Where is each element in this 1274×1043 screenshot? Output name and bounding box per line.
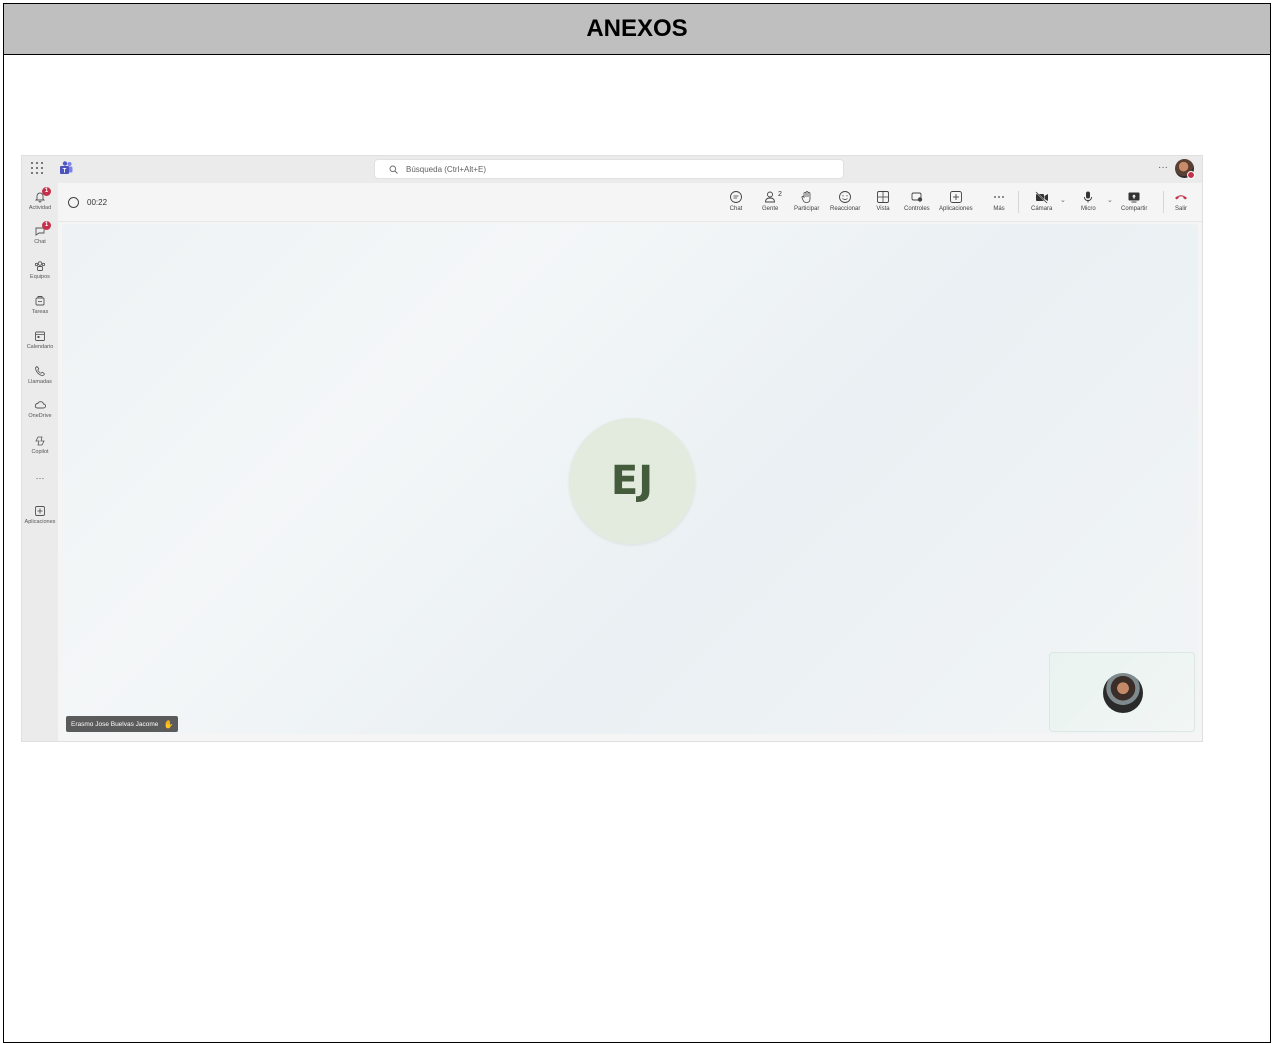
- document-heading: ANEXOS: [4, 4, 1270, 55]
- search-placeholder: Búsqueda (Ctrl+Alt+E): [406, 164, 487, 174]
- people-label: Gente: [762, 206, 779, 212]
- add-app-icon: [949, 191, 962, 203]
- chat-icon: [730, 191, 742, 203]
- rail-label: Calendario: [26, 344, 54, 350]
- meeting-toolbar: 00:22 Chat 2 Gente Participar Reaccionar: [58, 183, 1202, 222]
- apps-button[interactable]: Aplicaciones: [939, 190, 973, 212]
- tasks-icon: [35, 296, 45, 306]
- teams-logo-icon: T: [60, 161, 73, 175]
- raise-hand-label: Participar: [794, 206, 820, 212]
- calendar-icon: [35, 331, 45, 341]
- view-button[interactable]: Vista: [876, 190, 890, 212]
- rail-label: Llamadas: [28, 379, 52, 385]
- more-options-icon[interactable]: ···: [1158, 162, 1168, 173]
- rail-item-aplicaciones[interactable]: Aplicaciones: [22, 505, 58, 525]
- people-icon: [765, 191, 776, 203]
- rail-label: Chat: [34, 239, 46, 245]
- rail-label: Aplicaciones: [24, 519, 56, 525]
- cloud-icon: [34, 401, 46, 409]
- rail-label: Copilot: [31, 449, 49, 455]
- add-app-icon: [35, 506, 45, 516]
- participant-name-tag: Erasmo Jose Buelvas Jacome ✋: [66, 716, 179, 732]
- rail-label: Tareas: [31, 309, 49, 315]
- teams-icon: [34, 261, 46, 271]
- people-count: 2: [778, 191, 782, 198]
- timer-value: 00:22: [87, 198, 108, 207]
- shield-icon: [68, 197, 79, 208]
- controls-label: Controles: [904, 206, 930, 212]
- toolbar-divider: [1018, 191, 1019, 213]
- camera-off-icon: [1035, 191, 1048, 204]
- rail-label: Equipos: [30, 274, 50, 280]
- search-icon: [389, 165, 398, 174]
- share-button[interactable]: Compartir: [1121, 190, 1147, 212]
- raised-hand-icon: ✋: [163, 719, 174, 729]
- rail-item-calendario[interactable]: Calendario: [22, 330, 58, 350]
- search-input[interactable]: Búsqueda (Ctrl+Alt+E): [374, 159, 844, 179]
- rail-item-llamadas[interactable]: Llamadas: [22, 365, 58, 385]
- grid-view-icon: [877, 191, 889, 203]
- raise-hand-button[interactable]: Participar: [794, 190, 819, 212]
- rail-item-chat[interactable]: 1 Chat: [22, 221, 58, 245]
- more-label: Más: [993, 206, 1005, 212]
- rail-item-actividad[interactable]: 1 Actividad: [22, 187, 58, 211]
- react-button[interactable]: Reaccionar: [830, 190, 860, 212]
- rail-item-copilot[interactable]: Copilot: [22, 435, 58, 455]
- mic-options-chevron-icon[interactable]: ⌄: [1107, 196, 1113, 204]
- rail-label: Actividad: [28, 205, 52, 211]
- share-label: Compartir: [1121, 206, 1148, 212]
- more-icon: ···: [35, 473, 45, 483]
- rail-label: OneDrive: [28, 413, 52, 419]
- teams-screenshot: T Búsqueda (Ctrl+Alt+E) ··· 1 Actividad …: [21, 155, 1203, 742]
- meeting-stage: EJ Erasmo Jose Buelvas Jacome ✋: [62, 224, 1198, 734]
- svg-text:T: T: [63, 169, 67, 175]
- mic-button[interactable]: Micro: [1081, 190, 1096, 212]
- more-icon: [994, 196, 1004, 198]
- toolbar-divider: [1163, 191, 1164, 213]
- controls-button[interactable]: Controles: [904, 190, 930, 212]
- app-launcher-icon[interactable]: [31, 162, 43, 174]
- share-screen-icon: [1128, 192, 1140, 203]
- hang-up-icon: [1175, 195, 1187, 200]
- more-button[interactable]: Más: [992, 190, 1006, 212]
- participant-avatar: EJ: [569, 418, 695, 544]
- apps-label: Aplicaciones: [939, 206, 973, 212]
- microphone-icon: [1084, 191, 1093, 203]
- self-avatar: [1103, 673, 1143, 713]
- react-label: Reaccionar: [830, 206, 861, 212]
- people-button[interactable]: 2 Gente: [762, 190, 782, 212]
- rail-item-more[interactable]: ···: [22, 473, 58, 483]
- app-rail: 1 Actividad 1 Chat Equipos Tareas Calend…: [22, 183, 58, 741]
- profile-avatar[interactable]: [1175, 159, 1195, 179]
- leave-label: Salir: [1174, 206, 1187, 212]
- chat-badge: 1: [42, 221, 51, 230]
- chat-button[interactable]: Chat: [729, 190, 743, 212]
- chat-label: Chat: [729, 206, 743, 212]
- camera-label: Cámara: [1031, 206, 1053, 212]
- rail-item-onedrive[interactable]: OneDrive: [22, 399, 58, 419]
- view-label: Vista: [876, 206, 890, 212]
- meeting-timer: 00:22: [68, 197, 107, 208]
- camera-options-chevron-icon[interactable]: ⌄: [1060, 196, 1066, 204]
- self-view-tile[interactable]: [1049, 652, 1195, 732]
- emoji-icon: [839, 191, 852, 203]
- phone-icon: [35, 366, 45, 376]
- hand-icon: [801, 191, 811, 203]
- copilot-icon: [35, 436, 45, 446]
- participant-name: Erasmo Jose Buelvas Jacome: [71, 720, 159, 728]
- controls-icon: [911, 192, 923, 202]
- presence-dot: [1187, 171, 1195, 179]
- activity-badge: 1: [42, 187, 51, 196]
- leave-button[interactable]: Salir: [1174, 190, 1188, 212]
- rail-item-tareas[interactable]: Tareas: [22, 295, 58, 315]
- mic-label: Micro: [1081, 206, 1096, 212]
- camera-button[interactable]: Cámara: [1031, 190, 1052, 212]
- document-frame: ANEXOS T Búsqueda (Ctrl+Alt+E) ··· 1 Act…: [3, 3, 1271, 1043]
- rail-item-equipos[interactable]: Equipos: [22, 260, 58, 280]
- title-bar: T Búsqueda (Ctrl+Alt+E) ···: [22, 156, 1202, 183]
